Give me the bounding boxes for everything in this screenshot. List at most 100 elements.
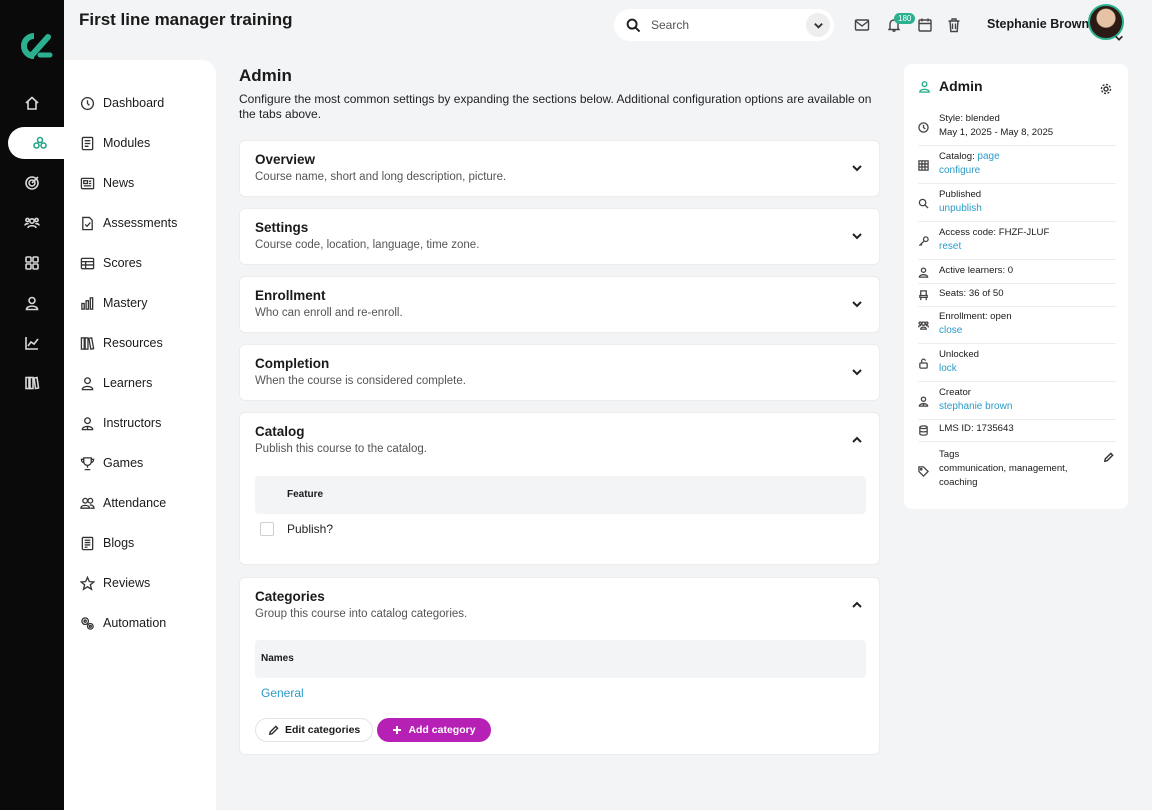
access-code-text: Access code: FHZF-JLUF — [939, 227, 1050, 238]
nav-label: Games — [103, 456, 144, 470]
rail-home-icon[interactable] — [0, 87, 64, 119]
nav-item-reviews[interactable]: Reviews — [80, 573, 150, 593]
calendar-icon[interactable] — [917, 17, 933, 33]
nav-item-instructors[interactable]: Instructors — [80, 413, 161, 433]
database-icon — [918, 423, 929, 436]
info-header: Admin — [918, 78, 983, 94]
user-name[interactable]: Stephanie Brown — [987, 17, 1089, 31]
chevron-up-icon[interactable] — [851, 598, 863, 610]
rail-library-icon[interactable] — [0, 367, 64, 399]
active-learners-text: Active learners: 0 — [939, 265, 1014, 276]
info-enrollment: Enrollment: open close — [917, 310, 1116, 344]
rail-apps-icon[interactable] — [0, 247, 64, 279]
table-header: Feature — [255, 476, 866, 514]
chevron-down-icon[interactable] — [1114, 30, 1126, 41]
button-label: Edit categories — [285, 724, 361, 736]
chevron-down-icon[interactable] — [851, 161, 863, 173]
rail-target-icon[interactable] — [0, 167, 64, 199]
rail-analytics-icon[interactable] — [0, 327, 64, 359]
publish-checkbox[interactable] — [260, 522, 274, 536]
search-scope-dropdown[interactable] — [806, 13, 830, 37]
rail-people-icon[interactable] — [0, 207, 64, 239]
nav-label: Learners — [103, 376, 153, 390]
info-unlocked: Unlocked lock — [918, 348, 1116, 382]
nav-item-automation[interactable]: Automation — [80, 613, 166, 633]
lock-link[interactable]: lock — [939, 362, 1109, 376]
course-info-panel: Admin Style: blended May 1, 2025 - May 8,… — [904, 64, 1128, 509]
trash-icon[interactable] — [946, 17, 962, 33]
plus-icon — [393, 726, 402, 734]
unlocked-text: Unlocked — [939, 349, 979, 360]
chevron-up-icon[interactable] — [851, 433, 863, 445]
nav-label: Automation — [103, 616, 167, 630]
section-categories: Categories Group this course into catalo… — [239, 577, 880, 755]
mastery-icon — [81, 296, 94, 310]
page-title: Admin — [239, 66, 292, 85]
nav-label: Mastery — [103, 296, 148, 310]
section-subtitle: Publish this course to the catalog. — [255, 443, 427, 455]
add-category-button[interactable]: Add category — [377, 718, 491, 742]
unpublish-link[interactable]: unpublish — [939, 202, 1109, 216]
section-title: Overview — [255, 152, 316, 167]
section-subtitle: Course name, short and long description,… — [255, 171, 507, 183]
nav-item-assessments[interactable]: Assessments — [80, 213, 177, 233]
rail-courses-icon[interactable] — [8, 127, 72, 159]
nav-item-games[interactable]: Games — [80, 453, 143, 473]
gear-icon[interactable] — [1100, 82, 1112, 95]
dates-text: May 1, 2025 - May 8, 2025 — [939, 127, 1054, 138]
nav-item-mastery[interactable]: Mastery — [80, 293, 147, 313]
nav-item-resources[interactable]: Resources — [80, 333, 163, 353]
nav-item-blogs[interactable]: Blogs — [80, 533, 134, 553]
catalog-configure-link[interactable]: configure — [939, 165, 980, 176]
group-icon — [917, 318, 930, 330]
modules-icon — [81, 136, 94, 150]
search-icon — [626, 18, 641, 32]
instructors-icon — [81, 416, 94, 430]
seat-icon — [918, 288, 929, 301]
category-link-general[interactable]: General — [261, 686, 304, 700]
section-completion[interactable]: Completion When the course is considered… — [239, 344, 880, 401]
info-lms-id: LMS ID: 1735643 — [918, 422, 1116, 442]
info-style: Style: blended May 1, 2025 - May 8, 2025 — [918, 112, 1116, 146]
info-creator: Creator stephanie brown — [918, 386, 1116, 420]
reset-link[interactable]: reset — [939, 240, 1109, 254]
tags-label: Tags — [939, 449, 960, 460]
close-enrollment-link[interactable]: close — [939, 324, 1109, 338]
grid-icon — [918, 158, 929, 171]
mail-icon[interactable] — [854, 17, 870, 33]
seats-text: Seats: 36 of 50 — [939, 288, 1004, 299]
chevron-down-icon[interactable] — [851, 365, 863, 377]
section-settings[interactable]: Settings Course code, location, language… — [239, 208, 880, 265]
nav-item-learners[interactable]: Learners — [80, 373, 152, 393]
clock-icon — [918, 120, 929, 133]
search-input[interactable] — [651, 18, 791, 32]
section-subtitle: Course code, location, language, time zo… — [255, 239, 480, 251]
nav-item-scores[interactable]: Scores — [80, 253, 142, 273]
section-subtitle: Who can enroll and re-enroll. — [255, 307, 403, 319]
nav-item-modules[interactable]: Modules — [80, 133, 150, 153]
brand-logo-icon[interactable] — [10, 28, 54, 64]
nav-item-news[interactable]: News — [80, 173, 134, 193]
section-title: Enrollment — [255, 288, 326, 303]
section-subtitle: Group this course into catalog categorie… — [255, 608, 468, 620]
nav-label: Instructors — [103, 416, 162, 430]
nav-label: Attendance — [103, 496, 167, 510]
rail-user-icon[interactable] — [0, 287, 64, 319]
lms-id-text: LMS ID: 1735643 — [939, 423, 1014, 434]
catalog-page-link[interactable]: page — [977, 151, 999, 162]
pencil-icon — [268, 724, 279, 735]
section-enrollment[interactable]: Enrollment Who can enroll and re-enroll. — [239, 276, 880, 333]
reviews-icon — [80, 575, 95, 591]
pencil-icon[interactable] — [1103, 450, 1114, 463]
chevron-down-icon[interactable] — [851, 297, 863, 309]
edit-categories-button[interactable]: Edit categories — [255, 718, 374, 742]
nav-label: Reviews — [103, 576, 151, 590]
search-bar — [614, 9, 834, 41]
section-overview[interactable]: Overview Course name, short and long des… — [239, 140, 880, 197]
creator-link[interactable]: stephanie brown — [939, 400, 1109, 414]
publish-label: Publish? — [287, 522, 334, 536]
nav-item-dashboard[interactable]: Dashboard — [80, 93, 164, 113]
chevron-down-icon[interactable] — [851, 229, 863, 241]
nav-label: Assessments — [103, 216, 178, 230]
nav-item-attendance[interactable]: Attendance — [80, 493, 166, 513]
